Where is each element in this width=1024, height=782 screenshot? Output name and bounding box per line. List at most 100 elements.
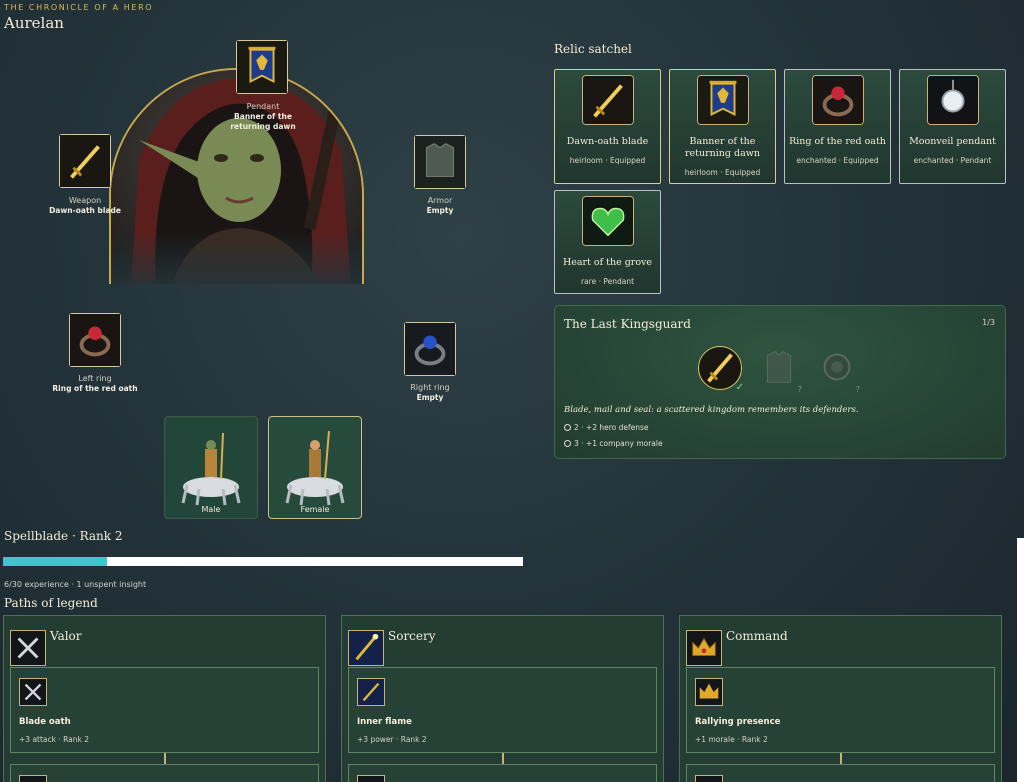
path-node-next[interactable] bbox=[686, 764, 995, 782]
pendant-slot-caption: Pendant Banner of the returning dawn bbox=[218, 102, 308, 132]
path-title: Command bbox=[726, 629, 788, 643]
path-node-blade-oath[interactable]: Blade oath +3 attack · Rank 2 bbox=[10, 667, 319, 753]
path-title: Valor bbox=[50, 629, 82, 643]
experience-bar-fill bbox=[3, 557, 107, 566]
banner-icon bbox=[697, 75, 749, 125]
path-node-sub: +3 attack · Rank 2 bbox=[19, 735, 90, 744]
right-ring-slot-item: Empty bbox=[416, 393, 444, 402]
bonus-inactive-icon bbox=[564, 424, 571, 431]
relic-card[interactable]: Dawn-oath blade heirloom · Equipped bbox=[554, 69, 661, 184]
set-bonus-row: 3 · +1 company morale bbox=[564, 439, 663, 448]
mount-option-male[interactable]: Male bbox=[164, 416, 258, 519]
path-connector bbox=[502, 753, 504, 764]
relic-name: Dawn-oath blade bbox=[566, 136, 649, 147]
armor-slot[interactable] bbox=[414, 135, 466, 189]
unknown-mark-icon: ? bbox=[797, 385, 802, 394]
relic-card[interactable]: Banner of the returning dawn heirloom · … bbox=[669, 69, 776, 184]
path-node-next[interactable] bbox=[348, 764, 657, 782]
moon-pendant-icon bbox=[927, 75, 979, 125]
ruby-ring-icon bbox=[812, 75, 864, 125]
crossed-swords-icon bbox=[19, 678, 47, 706]
path-node-next[interactable] bbox=[10, 764, 319, 782]
armor-slot-label: Armor bbox=[427, 196, 453, 205]
weapon-slot-item: Dawn-oath blade bbox=[49, 206, 121, 215]
pendant-slot[interactable] bbox=[236, 40, 288, 94]
bonus-inactive-icon bbox=[564, 440, 571, 447]
relic-meta: heirloom · Equipped bbox=[569, 156, 646, 165]
right-ring-slot-label: Right ring bbox=[410, 383, 450, 392]
set-piece-missing[interactable]: ? bbox=[816, 346, 860, 394]
set-title: The Last Kingsguard bbox=[564, 317, 691, 331]
banner-icon bbox=[237, 41, 287, 93]
paths-title: Paths of legend bbox=[4, 596, 98, 610]
set-description: Blade, mail and seal: a scattered kingdo… bbox=[564, 405, 859, 415]
path-node-title: Rallying presence bbox=[695, 717, 781, 727]
weapon-slot-label: Weapon bbox=[68, 196, 102, 205]
hero-name: Aurelan bbox=[4, 14, 64, 32]
left-ring-slot-caption: Left ring Ring of the red oath bbox=[50, 374, 140, 394]
path-connector bbox=[840, 753, 842, 764]
golden-sword-icon bbox=[60, 135, 110, 187]
path-node-inner-flame[interactable]: Inner flame +3 power · Rank 2 bbox=[348, 667, 657, 753]
magic-staff-icon bbox=[348, 630, 384, 666]
crown-icon bbox=[686, 630, 722, 666]
relic-meta: rare · Pendant bbox=[580, 277, 635, 286]
relic-meta: enchanted · Pendant bbox=[913, 156, 992, 165]
mount-label: Male bbox=[201, 505, 221, 514]
relic-name: Ring of the red oath bbox=[789, 136, 886, 147]
set-count: 1/3 bbox=[982, 318, 995, 327]
crown-icon bbox=[695, 678, 723, 706]
magic-staff-icon bbox=[357, 678, 385, 706]
seal-ring-icon bbox=[823, 353, 851, 381]
path-panel-command: Command Rallying presence +1 morale · Ra… bbox=[679, 615, 1002, 782]
crown-icon bbox=[695, 775, 723, 782]
satchel-title: Relic satchel bbox=[554, 42, 632, 56]
set-bonus-row: 2 · +2 hero defense bbox=[564, 423, 649, 432]
armor-slot-caption: Armor Empty bbox=[395, 196, 485, 216]
set-bonus-text: 3 · +1 company morale bbox=[574, 439, 663, 448]
weapon-slot-caption: Weapon Dawn-oath blade bbox=[40, 196, 130, 216]
relic-card[interactable]: Heart of the grove rare · Pendant bbox=[554, 190, 661, 294]
path-node-title: Inner flame bbox=[357, 717, 412, 727]
path-node-sub: +3 power · Rank 2 bbox=[357, 735, 427, 744]
ruby-ring-icon bbox=[70, 314, 120, 366]
left-ring-slot[interactable] bbox=[69, 313, 121, 367]
crossed-swords-icon bbox=[19, 775, 47, 782]
armor-slot-item: Empty bbox=[426, 206, 454, 215]
mount-option-female[interactable]: Female bbox=[268, 416, 362, 519]
relic-card[interactable]: Ring of the red oath enchanted · Equippe… bbox=[784, 69, 891, 184]
path-title: Sorcery bbox=[388, 629, 436, 643]
right-ring-slot[interactable] bbox=[404, 322, 456, 376]
magic-staff-icon bbox=[357, 775, 385, 782]
heart-amulet-icon bbox=[582, 196, 634, 246]
pendant-slot-label: Pendant bbox=[246, 102, 280, 111]
relic-name: Moonveil pendant bbox=[909, 136, 996, 147]
wolf-rider-icon bbox=[285, 430, 345, 506]
golden-sword-icon bbox=[582, 75, 634, 125]
path-panel-sorcery: Sorcery Inner flame +3 power · Rank 2 bbox=[341, 615, 664, 782]
left-ring-slot-label: Left ring bbox=[78, 374, 112, 383]
left-ring-slot-item: Ring of the red oath bbox=[52, 384, 138, 393]
relic-card[interactable]: Moonveil pendant enchanted · Pendant bbox=[899, 69, 1006, 184]
path-panel-valor: Valor Blade oath +3 attack · Rank 2 bbox=[3, 615, 326, 782]
relic-meta: enchanted · Equipped bbox=[796, 156, 879, 165]
path-connector bbox=[164, 753, 166, 764]
crossed-swords-icon bbox=[10, 630, 46, 666]
path-node-rallying-presence[interactable]: Rallying presence +1 morale · Rank 2 bbox=[686, 667, 995, 753]
hero-portrait bbox=[109, 68, 364, 284]
page-edge-strip bbox=[1017, 538, 1024, 782]
experience-bar bbox=[3, 557, 523, 566]
relic-name: Banner of the returning dawn bbox=[684, 136, 760, 159]
wolf-rider-icon bbox=[181, 432, 241, 506]
weapon-slot[interactable] bbox=[59, 134, 111, 188]
path-node-title: Blade oath bbox=[19, 717, 71, 727]
relic-meta: heirloom · Equipped bbox=[684, 168, 761, 177]
set-bonus-panel: The Last Kingsguard 1/3 ✓ ? ? Blade, mai… bbox=[554, 305, 1006, 459]
armor-icon bbox=[767, 351, 791, 383]
experience-text: 6/30 experience · 1 unspent insight bbox=[4, 580, 147, 589]
page-kicker: THE CHRONICLE OF A HERO bbox=[4, 3, 154, 12]
set-piece-missing[interactable]: ? bbox=[758, 346, 802, 394]
sapphire-ring-icon bbox=[405, 323, 455, 375]
set-piece-owned[interactable]: ✓ bbox=[698, 346, 744, 393]
pendant-slot-item: Banner of the returning dawn bbox=[230, 112, 296, 131]
